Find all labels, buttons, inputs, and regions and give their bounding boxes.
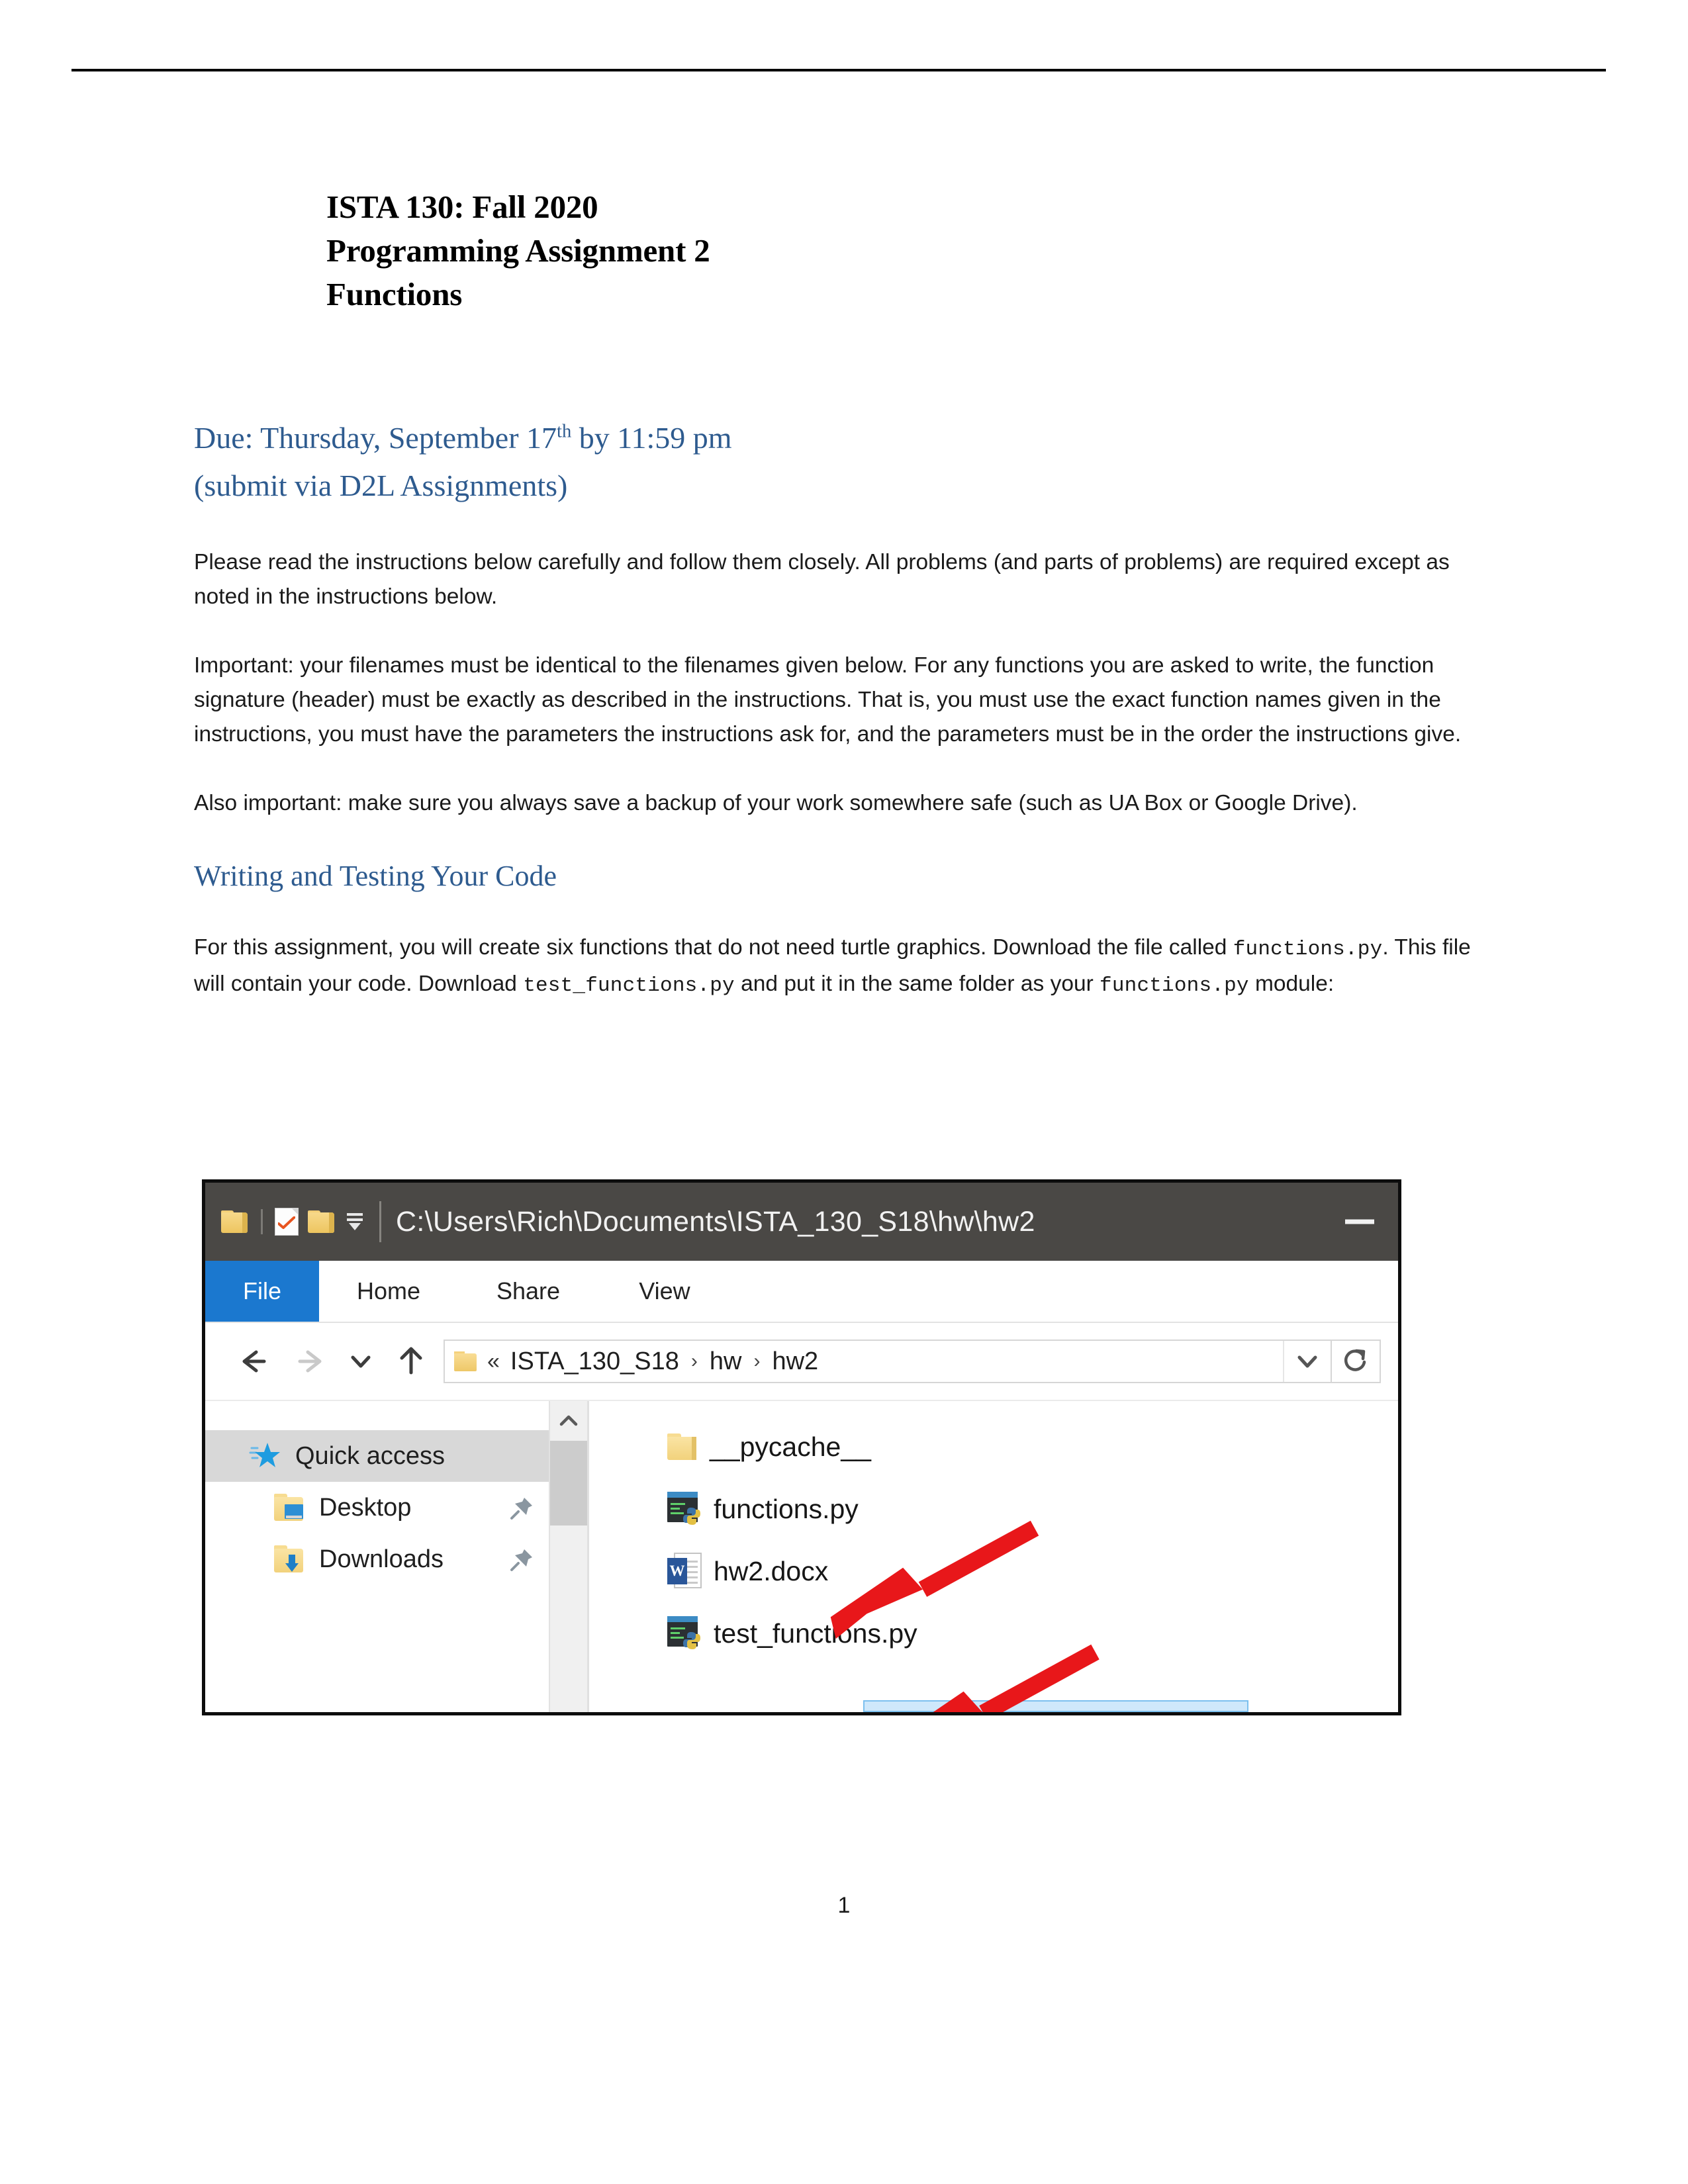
window-title-path: C:\Users\Rich\Documents\ISTA_130_S18\hw\…: [396, 1205, 1035, 1238]
paragraph-read-instructions: Please read the instructions below caref…: [194, 550, 1450, 609]
downloads-folder-icon: [274, 1545, 307, 1573]
page-number: 1: [837, 1893, 851, 1918]
explorer-title-bar: C:\Users\Rich\Documents\ISTA_130_S18\hw\…: [205, 1183, 1398, 1261]
word-file-icon: W: [667, 1553, 703, 1590]
sidebar-label-quick-access: Quick access: [295, 1441, 445, 1470]
file-list-item[interactable]: test_functions.py: [667, 1602, 1398, 1664]
file-list-item[interactable]: functions.py: [667, 1478, 1398, 1540]
recent-locations-button[interactable]: [339, 1349, 383, 1373]
toolbar-separator: [261, 1209, 263, 1234]
title-line-2: Programming Assignment 2: [326, 232, 710, 269]
file-list-item[interactable]: W hw2.docx: [667, 1540, 1398, 1602]
file-explorer-screenshot: C:\Users\Rich\Documents\ISTA_130_S18\hw\…: [202, 1179, 1401, 1715]
breadcrumb-separator-2: ›: [753, 1350, 761, 1372]
title-line-3: Functions: [326, 276, 463, 312]
chevron-down-icon: [351, 1355, 371, 1368]
breadcrumb: « ISTA_130_S18 › hw › hw2: [487, 1347, 818, 1376]
due-date-heading: Due: Thursday, September 17th by 11:59 p…: [194, 414, 1472, 510]
properties-checkmark-icon[interactable]: [275, 1208, 299, 1236]
forward-button[interactable]: [282, 1347, 339, 1376]
python-logo-glyph: [683, 1508, 700, 1525]
title-line-1: ISTA 130: Fall 2020: [326, 189, 598, 225]
due-date-text: Due: Thursday, September 17: [194, 421, 557, 455]
explorer-main-area: Quick access Desktop Downloads __pycache…: [205, 1401, 1398, 1712]
breadcrumb-item-hw2[interactable]: hw2: [772, 1347, 818, 1376]
address-folder-icon: [454, 1351, 477, 1371]
checkmark-glyph: [278, 1216, 295, 1229]
ordinal-suffix: th: [557, 421, 572, 442]
paragraph-filenames-important: Important: your filenames must be identi…: [194, 653, 1462, 747]
tab-file[interactable]: File: [205, 1261, 319, 1322]
star-icon: [249, 1443, 280, 1467]
sidebar-item-quick-access[interactable]: Quick access: [205, 1430, 587, 1482]
arrow-up-icon: [400, 1347, 422, 1375]
refresh-icon: [1344, 1349, 1366, 1371]
sidebar-item-downloads[interactable]: Downloads: [205, 1533, 587, 1585]
title-bar-separator: [379, 1201, 381, 1242]
download-text-c: and put it in the same folder as your: [734, 972, 1100, 996]
header-rule: [71, 69, 1606, 71]
file-name-pycache: __pycache__: [710, 1431, 871, 1462]
navigation-bar: « ISTA_130_S18 › hw › hw2: [205, 1323, 1398, 1401]
ribbon-tab-strip: File Home Share View: [205, 1261, 1398, 1323]
tab-share[interactable]: Share: [458, 1261, 598, 1322]
breadcrumb-overflow[interactable]: «: [487, 1349, 500, 1375]
scrollbar-thumb[interactable]: [550, 1441, 587, 1525]
chevron-down-icon: [1297, 1355, 1317, 1368]
file-name-test-functions-py: test_functions.py: [714, 1617, 917, 1649]
address-bar[interactable]: « ISTA_130_S18 › hw › hw2: [444, 1340, 1332, 1383]
file-list-item[interactable]: __pycache__: [667, 1416, 1398, 1478]
paragraph-backup-important: Also important: make sure you always sav…: [194, 791, 1358, 815]
tab-view[interactable]: View: [598, 1261, 731, 1322]
submit-instructions: (submit via D2L Assignments): [194, 469, 568, 502]
sidebar-label-downloads: Downloads: [319, 1545, 444, 1573]
python-file-icon: [667, 1616, 703, 1651]
file-name-functions-py: functions.py: [714, 1493, 859, 1524]
word-icon-letter: W: [667, 1558, 687, 1584]
refresh-button[interactable]: [1332, 1340, 1381, 1383]
folder-icon: [667, 1433, 699, 1460]
document-page: ISTA 130: Fall 2020 Programming Assignme…: [0, 0, 1688, 2184]
code-test-functions-py: test_functions.py: [523, 974, 735, 997]
back-button[interactable]: [225, 1347, 282, 1376]
arrow-left-icon: [242, 1350, 266, 1373]
code-functions-py-1: functions.py: [1233, 938, 1383, 961]
customize-toolbar-chevron-down-icon[interactable]: [345, 1210, 365, 1233]
sidebar-label-desktop: Desktop: [319, 1493, 412, 1522]
breadcrumb-separator-1: ›: [690, 1350, 698, 1372]
due-time-text: by 11:59 pm: [571, 421, 732, 455]
due-date-line: Due: Thursday, September 17th by 11:59 p…: [194, 414, 1472, 462]
pin-icon[interactable]: [509, 1546, 536, 1572]
section-heading-writing-testing: Writing and Testing Your Code: [194, 860, 557, 892]
quick-access-folder-icon[interactable]: [221, 1210, 248, 1233]
file-name-hw2-docx: hw2.docx: [714, 1555, 829, 1586]
address-dropdown-button[interactable]: [1283, 1341, 1331, 1382]
up-one-level-button[interactable]: [383, 1345, 440, 1378]
tab-home[interactable]: Home: [319, 1261, 458, 1322]
selection-highlight-bar: [863, 1700, 1248, 1712]
pin-icon[interactable]: [509, 1494, 536, 1521]
chevron-up-icon: [559, 1415, 578, 1426]
file-list-pane: __pycache__ functions.py W hw2.docx test…: [589, 1401, 1398, 1712]
download-text-d: module:: [1248, 972, 1335, 996]
scroll-up-button[interactable]: [550, 1401, 587, 1441]
breadcrumb-item-hw[interactable]: hw: [710, 1347, 742, 1376]
python-file-icon: [667, 1492, 703, 1526]
code-functions-py-2: functions.py: [1100, 974, 1249, 997]
desktop-folder-icon: [274, 1494, 307, 1522]
document-text-column: ISTA 130: Fall 2020 Programming Assignme…: [194, 185, 1472, 1003]
arrow-right-icon: [298, 1350, 322, 1373]
paragraph-download-files: For this assignment, you will create six…: [194, 931, 1472, 1003]
navigation-pane-scrollbar[interactable]: [549, 1401, 587, 1712]
navigation-pane: Quick access Desktop Downloads: [205, 1401, 587, 1712]
new-folder-icon[interactable]: [308, 1210, 334, 1233]
page-title: ISTA 130: Fall 2020 Programming Assignme…: [326, 185, 1472, 316]
minimize-button[interactable]: [1345, 1219, 1374, 1224]
download-text-a: For this assignment, you will create six…: [194, 935, 1233, 960]
sidebar-item-desktop[interactable]: Desktop: [205, 1482, 587, 1533]
python-logo-glyph: [683, 1632, 700, 1649]
breadcrumb-item-ista130[interactable]: ISTA_130_S18: [510, 1347, 679, 1376]
